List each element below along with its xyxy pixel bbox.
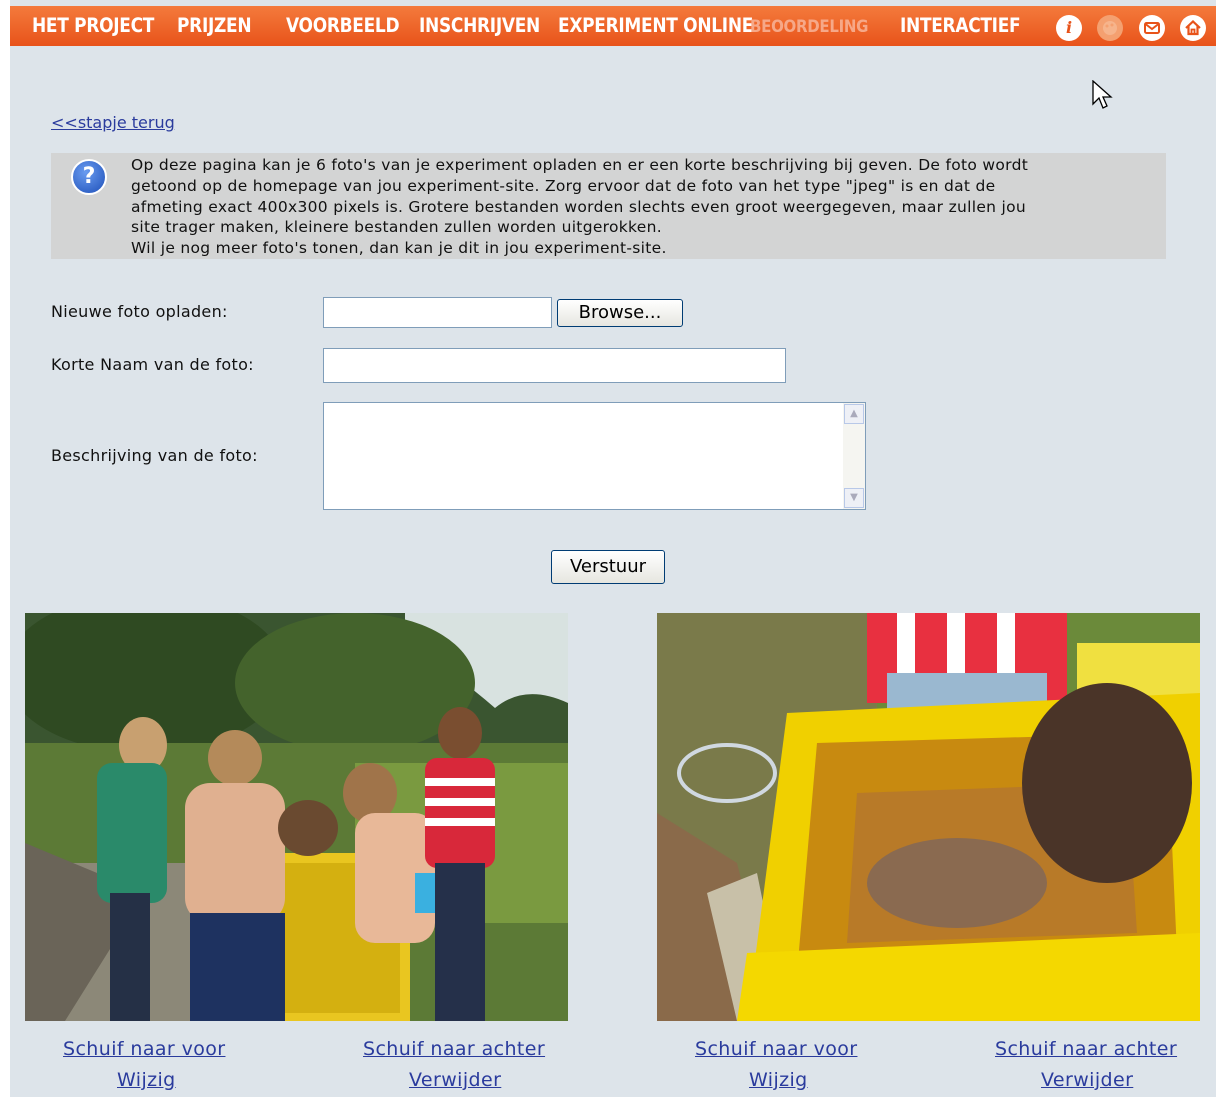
mail-icon[interactable] xyxy=(1139,15,1165,41)
textarea-scrollbar[interactable]: ▲ ▼ xyxy=(843,403,865,509)
nav-beoordeling: BEOORDELING xyxy=(750,15,869,37)
upload-label: Nieuwe foto opladen: xyxy=(51,302,228,321)
page: HET PROJECT PRIJZEN VOORBEELD INSCHRIJVE… xyxy=(10,0,1216,1097)
name-label: Korte Naam van de foto: xyxy=(51,355,254,374)
info-line: Wil je nog meer foto's tonen, dan kan je… xyxy=(131,239,667,258)
info-line: site trager maken, kleinere bestanden zu… xyxy=(131,218,662,237)
description-textarea[interactable]: ▲ ▼ xyxy=(323,402,866,510)
submit-button[interactable]: Verstuur xyxy=(551,550,665,584)
edit-link[interactable]: Wijzig xyxy=(749,1069,808,1091)
photo-name-input[interactable] xyxy=(323,348,786,383)
back-link[interactable]: <<stapje terug xyxy=(51,113,175,132)
browse-button[interactable]: Browse... xyxy=(557,299,683,327)
move-back-link[interactable]: Schuif naar achter xyxy=(363,1038,545,1060)
info-box: ? Op deze pagina kan je 6 foto's van je … xyxy=(51,153,1166,259)
scroll-up-button[interactable]: ▲ xyxy=(844,404,864,424)
mouse-cursor-icon xyxy=(1092,80,1113,109)
edit-link[interactable]: Wijzig xyxy=(117,1069,176,1091)
help-icon: ? xyxy=(71,159,107,195)
photo-2 xyxy=(657,613,1200,1021)
info-text: Op deze pagina kan je 6 foto's van je ex… xyxy=(131,155,1161,259)
info-line: getoond op de homepage van jou experimen… xyxy=(131,176,996,195)
move-front-link[interactable]: Schuif naar voor xyxy=(63,1038,225,1060)
delete-link[interactable]: Verwijder xyxy=(409,1069,501,1091)
photo-1 xyxy=(25,613,568,1021)
file-path-input[interactable] xyxy=(323,297,552,328)
scroll-down-button[interactable]: ▼ xyxy=(844,488,864,508)
nav-het-project[interactable]: HET PROJECT xyxy=(32,3,154,49)
nav-experiment-online[interactable]: EXPERIMENT ONLINE xyxy=(558,3,753,49)
info-line: afmeting exact 400x300 pixels is. Groter… xyxy=(131,197,1027,216)
home-icon[interactable] xyxy=(1180,15,1206,41)
info-icon[interactable]: i xyxy=(1056,15,1082,41)
move-front-link[interactable]: Schuif naar voor xyxy=(695,1038,857,1060)
nav-interactief[interactable]: INTERACTIEF xyxy=(900,3,1021,49)
top-navigation: HET PROJECT PRIJZEN VOORBEELD INSCHRIJVE… xyxy=(10,6,1216,46)
nav-voorbeeld[interactable]: VOORBEELD xyxy=(286,3,400,49)
info-line: Op deze pagina kan je 6 foto's van je ex… xyxy=(131,156,1029,174)
delete-link[interactable]: Verwijder xyxy=(1041,1069,1133,1091)
palette-icon xyxy=(1097,15,1123,41)
nav-inschrijven[interactable]: INSCHRIJVEN xyxy=(419,3,540,49)
description-label: Beschrijving van de foto: xyxy=(51,446,258,465)
nav-prijzen[interactable]: PRIJZEN xyxy=(177,3,252,49)
move-back-link[interactable]: Schuif naar achter xyxy=(995,1038,1177,1060)
